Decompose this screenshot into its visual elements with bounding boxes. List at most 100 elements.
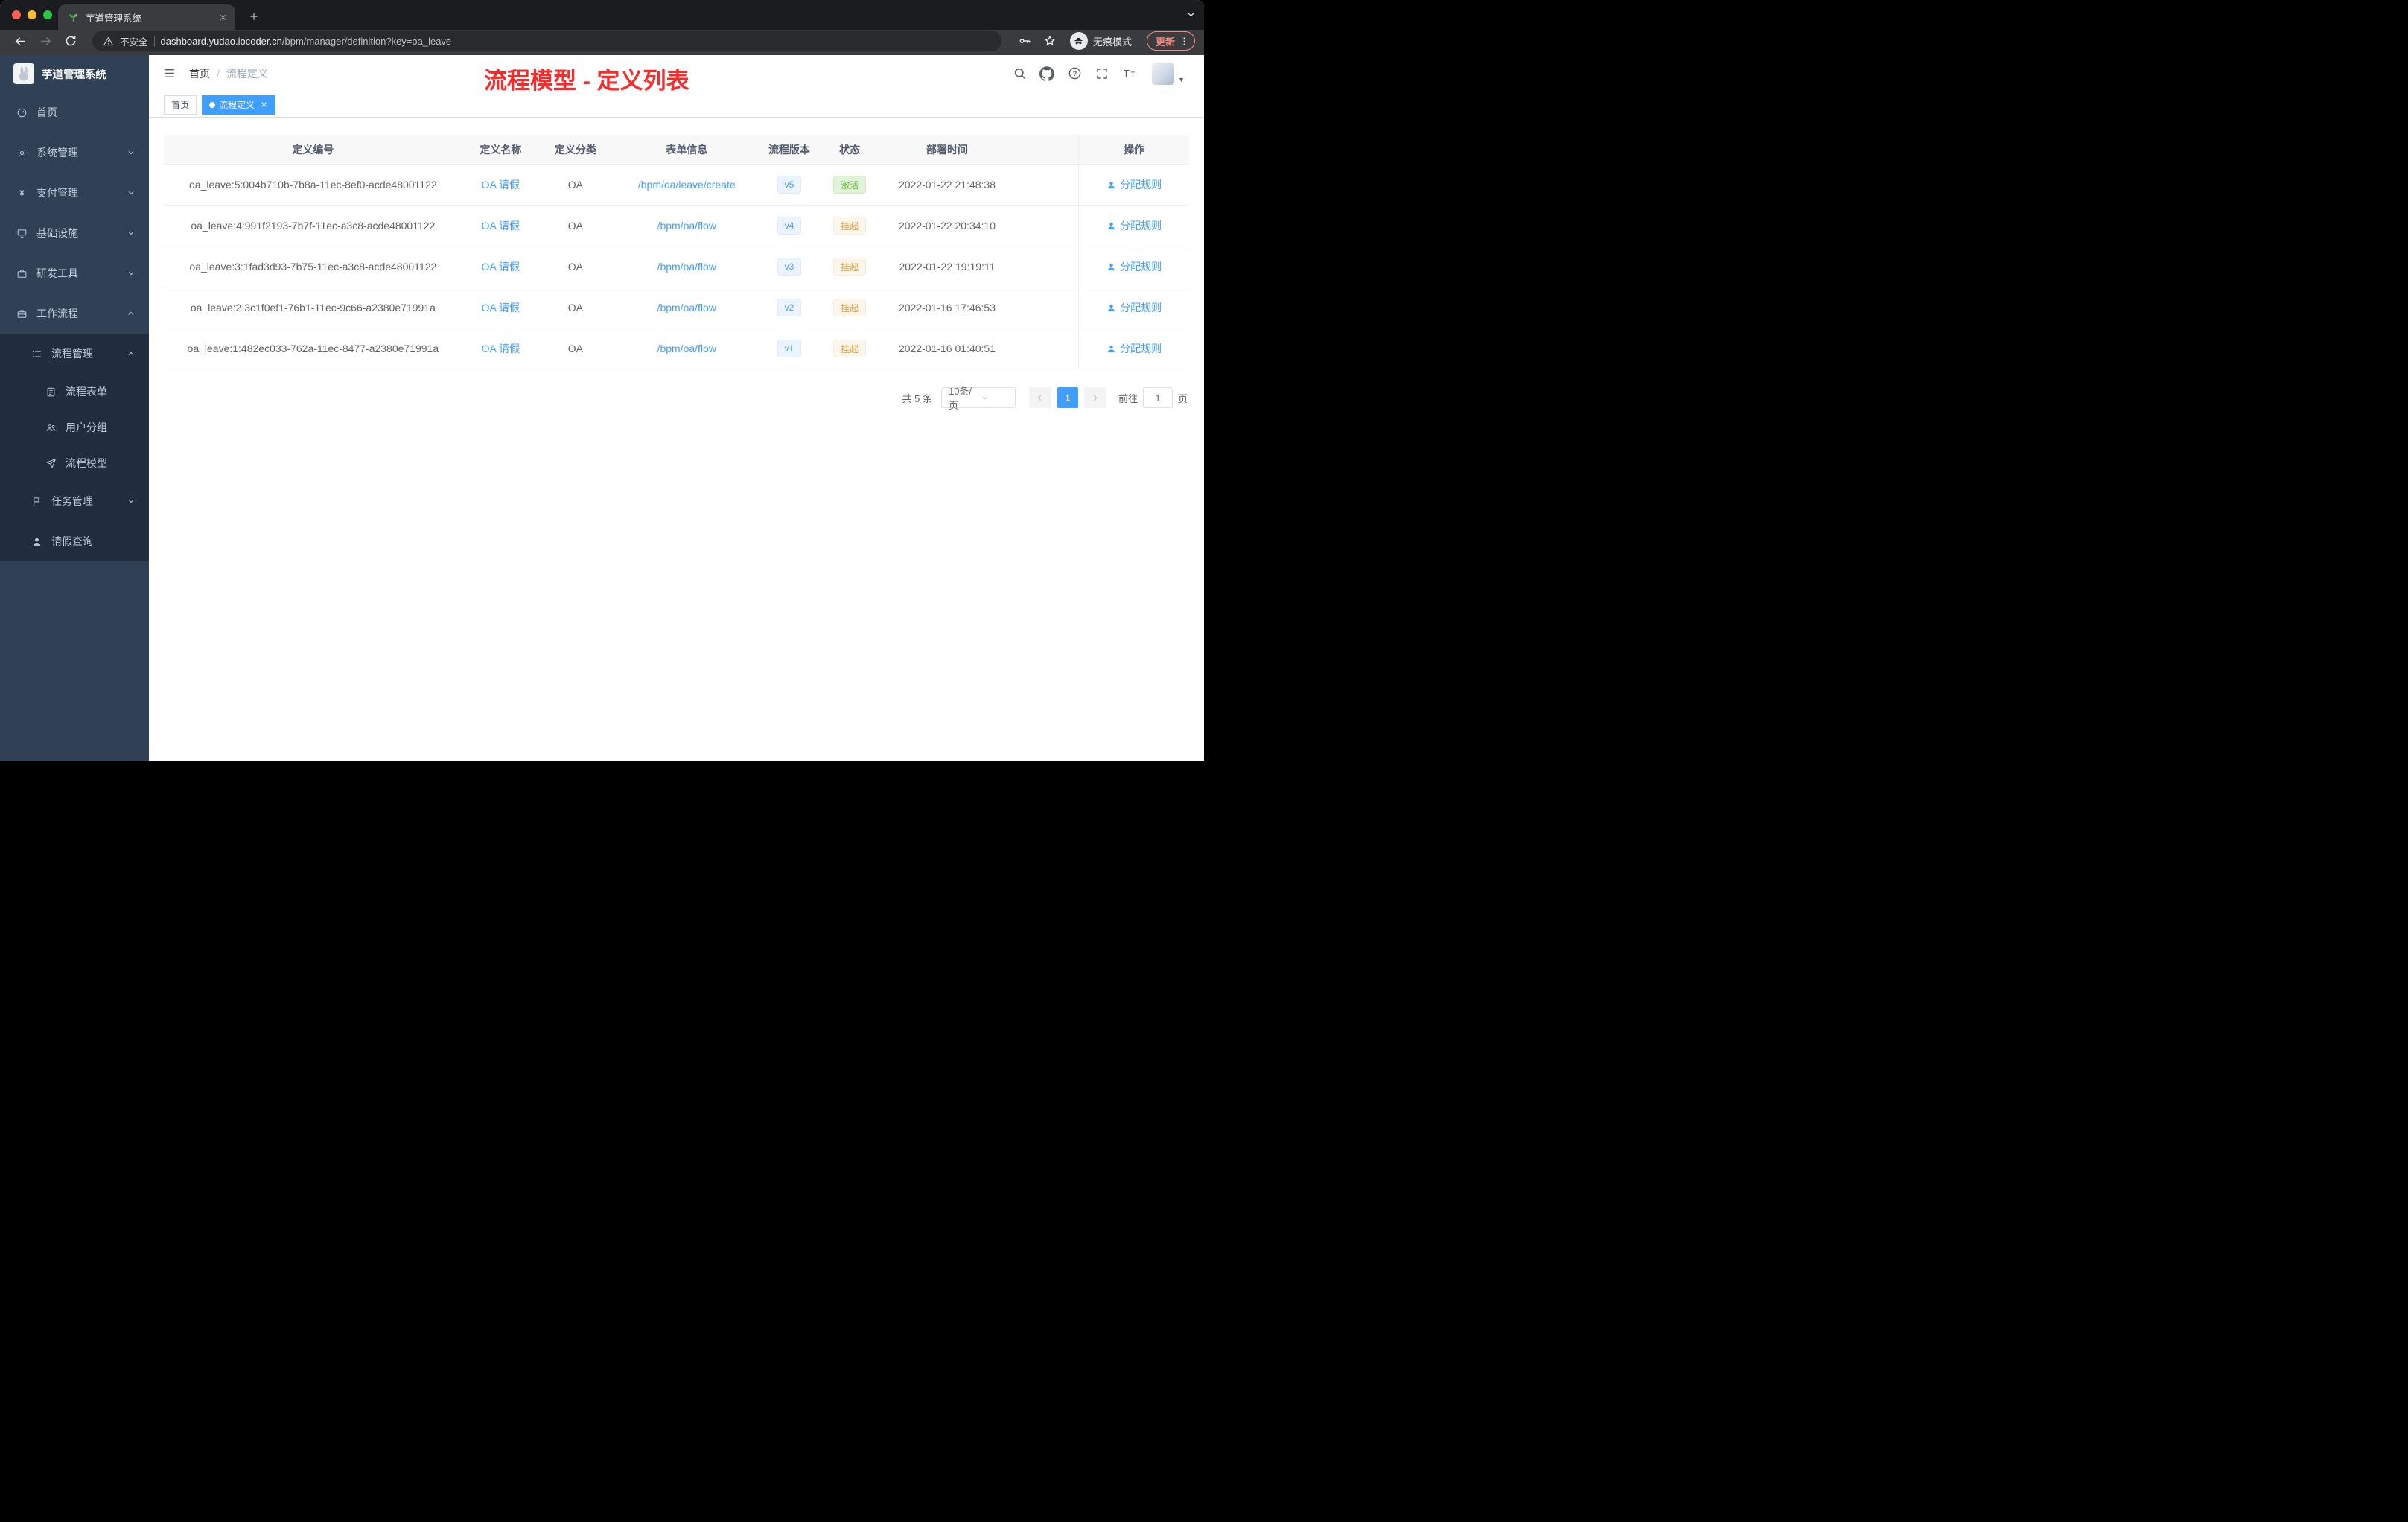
infrastructure-icon — [16, 228, 28, 239]
cell-definition-id: oa_leave:4:991f2193-7b7f-11ec-a3c8-acde4… — [191, 220, 436, 232]
form-link[interactable]: /bpm/oa/leave/create — [638, 179, 736, 191]
cell-definition-id: oa_leave:2:3c1f0ef1-76b1-11ec-9c66-a2380… — [190, 302, 436, 313]
close-tag-icon[interactable] — [260, 101, 268, 109]
app-frame: 芋道管理系统 首页 系统管理 ¥ 支付管理 基础设施 研发工具 工作流程 流程管… — [0, 55, 1204, 761]
app-title: 芋道管理系统 — [42, 69, 106, 81]
cell-deploy-time: 2022-01-16 01:40:51 — [898, 343, 996, 354]
browser-window: 芋道管理系统 不安全 dashboard.yudao.iocoder.cn/bp… — [0, 0, 1204, 761]
total-count-label: 共 5 条 — [902, 392, 932, 404]
tag-process-definition[interactable]: 流程定义 — [202, 95, 276, 115]
url-host: dashboard.yudao.iocoder.cn — [160, 35, 282, 47]
definition-name-link[interactable]: OA 请假 — [482, 341, 520, 356]
form-icon — [45, 386, 57, 398]
column-spacer — [1012, 135, 1079, 164]
form-link[interactable]: /bpm/oa/flow — [657, 302, 716, 313]
tabstrip-chevron-icon[interactable] — [1185, 9, 1197, 20]
goto-page: 前往 页 — [1118, 387, 1188, 408]
user-icon — [31, 536, 42, 547]
avatar[interactable] — [1152, 62, 1175, 85]
new-tab-button[interactable] — [244, 7, 264, 26]
fullscreen-icon[interactable] — [1094, 66, 1110, 82]
close-window-button[interactable] — [12, 10, 21, 19]
browser-tab[interactable]: 芋道管理系统 — [58, 4, 235, 30]
page-number-button[interactable]: 1 — [1057, 387, 1078, 408]
sidebar-item-user-group[interactable]: 用户分组 — [0, 410, 149, 445]
zoom-window-button[interactable] — [43, 10, 52, 19]
assign-rule-link[interactable]: 分配规则 — [1106, 341, 1162, 356]
assign-rule-link[interactable]: 分配规则 — [1106, 177, 1162, 192]
breadcrumb-home[interactable]: 首页 — [189, 66, 210, 81]
cell-deploy-time: 2022-01-22 19:19:11 — [899, 261, 996, 273]
page-size-select[interactable]: 10条/页 — [940, 386, 1016, 411]
sidebar-item-label: 系统管理 — [36, 147, 78, 159]
sidebar-item-label: 研发工具 — [36, 267, 78, 279]
seedling-favicon-icon — [68, 12, 79, 23]
user-menu[interactable]: ▼ — [1152, 62, 1185, 85]
cell-category: OA — [567, 220, 583, 232]
sidebar-item-label: 流程表单 — [66, 386, 107, 398]
yen-icon: ¥ — [16, 188, 28, 199]
update-label: 更新 — [1155, 36, 1175, 48]
sidebar-item-leave-query[interactable]: 请假查询 — [0, 521, 149, 561]
next-page-button[interactable] — [1083, 387, 1106, 408]
goto-label: 前往 — [1118, 392, 1138, 404]
key-icon[interactable] — [1015, 31, 1034, 51]
bookmark-star-icon[interactable] — [1040, 31, 1060, 51]
assign-rule-link[interactable]: 分配规则 — [1106, 300, 1162, 315]
back-icon[interactable] — [10, 31, 30, 51]
chevron-up-icon — [127, 349, 136, 358]
status-badge: 挂起 — [833, 340, 867, 357]
sidebar-item-process-management[interactable]: 流程管理 — [0, 334, 149, 374]
font-size-icon[interactable]: TT — [1121, 66, 1138, 82]
sidebar-item-home[interactable]: 首页 — [0, 92, 149, 133]
sidebar: 芋道管理系统 首页 系统管理 ¥ 支付管理 基础设施 研发工具 工作流程 流程管… — [0, 55, 149, 761]
workflow-submenu: 流程管理 流程表单 用户分组 流程模型 任务管理 请假查询 — [0, 334, 149, 561]
form-link[interactable]: /bpm/oa/flow — [657, 220, 716, 232]
help-icon[interactable]: ? — [1066, 66, 1083, 82]
sidebar-item-label: 请假查询 — [51, 535, 93, 547]
github-icon[interactable] — [1039, 66, 1055, 82]
sidebar-item-workflow[interactable]: 工作流程 — [0, 293, 149, 334]
forward-icon[interactable] — [36, 31, 55, 51]
minimize-window-button[interactable] — [28, 10, 36, 19]
sidebar-item-dev-tools[interactable]: 研发工具 — [0, 253, 149, 293]
goto-page-input[interactable] — [1142, 387, 1173, 408]
warning-icon — [103, 36, 114, 47]
cell-deploy-time: 2022-01-22 21:48:38 — [898, 179, 996, 191]
sidebar-item-system[interactable]: 系统管理 — [0, 133, 149, 173]
sidebar-item-process-form[interactable]: 流程表单 — [0, 374, 149, 410]
definition-name-link[interactable]: OA 请假 — [482, 259, 520, 274]
form-link[interactable]: /bpm/oa/flow — [657, 261, 716, 273]
logo-avatar — [13, 63, 34, 84]
sidebar-item-label: 任务管理 — [51, 495, 93, 507]
page-content: 定义编号 定义名称 定义分类 表单信息 流程版本 状态 部署时间 操作 oa_l… — [149, 118, 1204, 761]
status-badge: 激活 — [833, 176, 867, 194]
assign-rule-link[interactable]: 分配规则 — [1106, 218, 1162, 233]
reload-icon[interactable] — [61, 31, 80, 51]
sidebar-item-label: 用户分组 — [66, 421, 107, 433]
user-icon — [1106, 344, 1116, 354]
column-definition-name: 定义名称 — [480, 143, 522, 156]
column-actions: 操作 — [1078, 135, 1189, 164]
definition-name-link[interactable]: OA 请假 — [482, 218, 520, 233]
chevron-up-icon — [127, 309, 136, 318]
close-tab-icon[interactable] — [218, 13, 228, 22]
sidebar-item-task-management[interactable]: 任务管理 — [0, 481, 149, 521]
hamburger-icon[interactable] — [149, 66, 189, 80]
svg-text:¥: ¥ — [19, 188, 24, 197]
search-icon[interactable] — [1011, 66, 1028, 82]
prev-page-button[interactable] — [1028, 387, 1051, 408]
browser-update-button[interactable]: 更新 — [1146, 31, 1195, 51]
address-bar[interactable]: 不安全 dashboard.yudao.iocoder.cn/bpm/manag… — [92, 31, 1001, 51]
security-label[interactable]: 不安全 — [120, 34, 148, 48]
definition-name-link[interactable]: OA 请假 — [482, 177, 520, 192]
definition-name-link[interactable]: OA 请假 — [482, 300, 520, 315]
tag-home[interactable]: 首页 — [164, 95, 197, 115]
form-link[interactable]: /bpm/oa/flow — [657, 343, 716, 354]
sidebar-item-infrastructure[interactable]: 基础设施 — [0, 213, 149, 253]
assign-rule-link[interactable]: 分配规则 — [1106, 259, 1162, 274]
user-icon — [1106, 303, 1116, 313]
sidebar-item-payment[interactable]: ¥ 支付管理 — [0, 173, 149, 213]
sidebar-item-label: 首页 — [36, 106, 57, 118]
sidebar-item-process-model[interactable]: 流程模型 — [0, 445, 149, 481]
